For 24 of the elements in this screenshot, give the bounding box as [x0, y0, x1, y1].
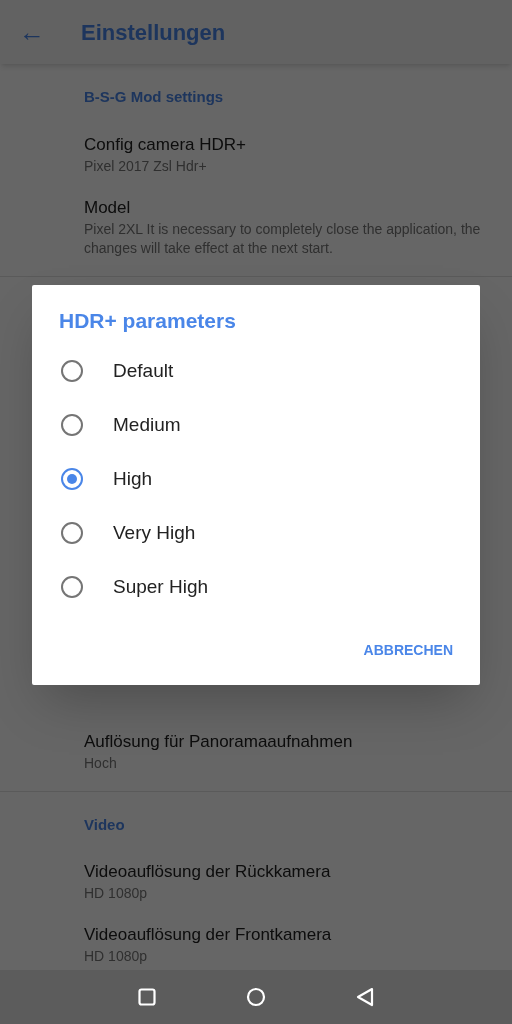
- radio-button[interactable]: [60, 413, 84, 437]
- screen-title: Einstellungen: [81, 18, 226, 47]
- option-label[interactable]: Super High: [113, 572, 209, 602]
- setting-title[interactable]: Config camera HDR+: [84, 132, 488, 157]
- radio-button[interactable]: [60, 359, 84, 383]
- setting-title[interactable]: Model: [84, 195, 488, 220]
- radio-button[interactable]: [60, 575, 84, 599]
- option-label[interactable]: Very High: [113, 518, 196, 548]
- back-button[interactable]: ←: [0, 0, 64, 64]
- radio-button[interactable]: [60, 467, 84, 491]
- dialog-title: HDR+ parameters: [59, 308, 237, 334]
- home-icon[interactable]: [246, 987, 266, 1007]
- option-label[interactable]: High: [113, 464, 153, 494]
- section-header: Video: [83, 814, 126, 835]
- option-label[interactable]: Default: [113, 356, 174, 386]
- recents-icon[interactable]: [138, 988, 156, 1006]
- setting-title[interactable]: Auflösung für Panoramaaufnahmen: [84, 729, 488, 754]
- cancel-button[interactable]: ABBRECHEN: [356, 634, 460, 667]
- setting-title[interactable]: Videoauflösung der Rückkamera: [84, 860, 488, 884]
- option-label[interactable]: Medium: [113, 410, 181, 440]
- setting-title[interactable]: Videoauflösung der Frontkamera: [84, 923, 488, 947]
- radio-button[interactable]: [60, 521, 84, 545]
- back-icon[interactable]: [356, 987, 374, 1007]
- section-header: B-S-G Mod settings: [83, 87, 225, 107]
